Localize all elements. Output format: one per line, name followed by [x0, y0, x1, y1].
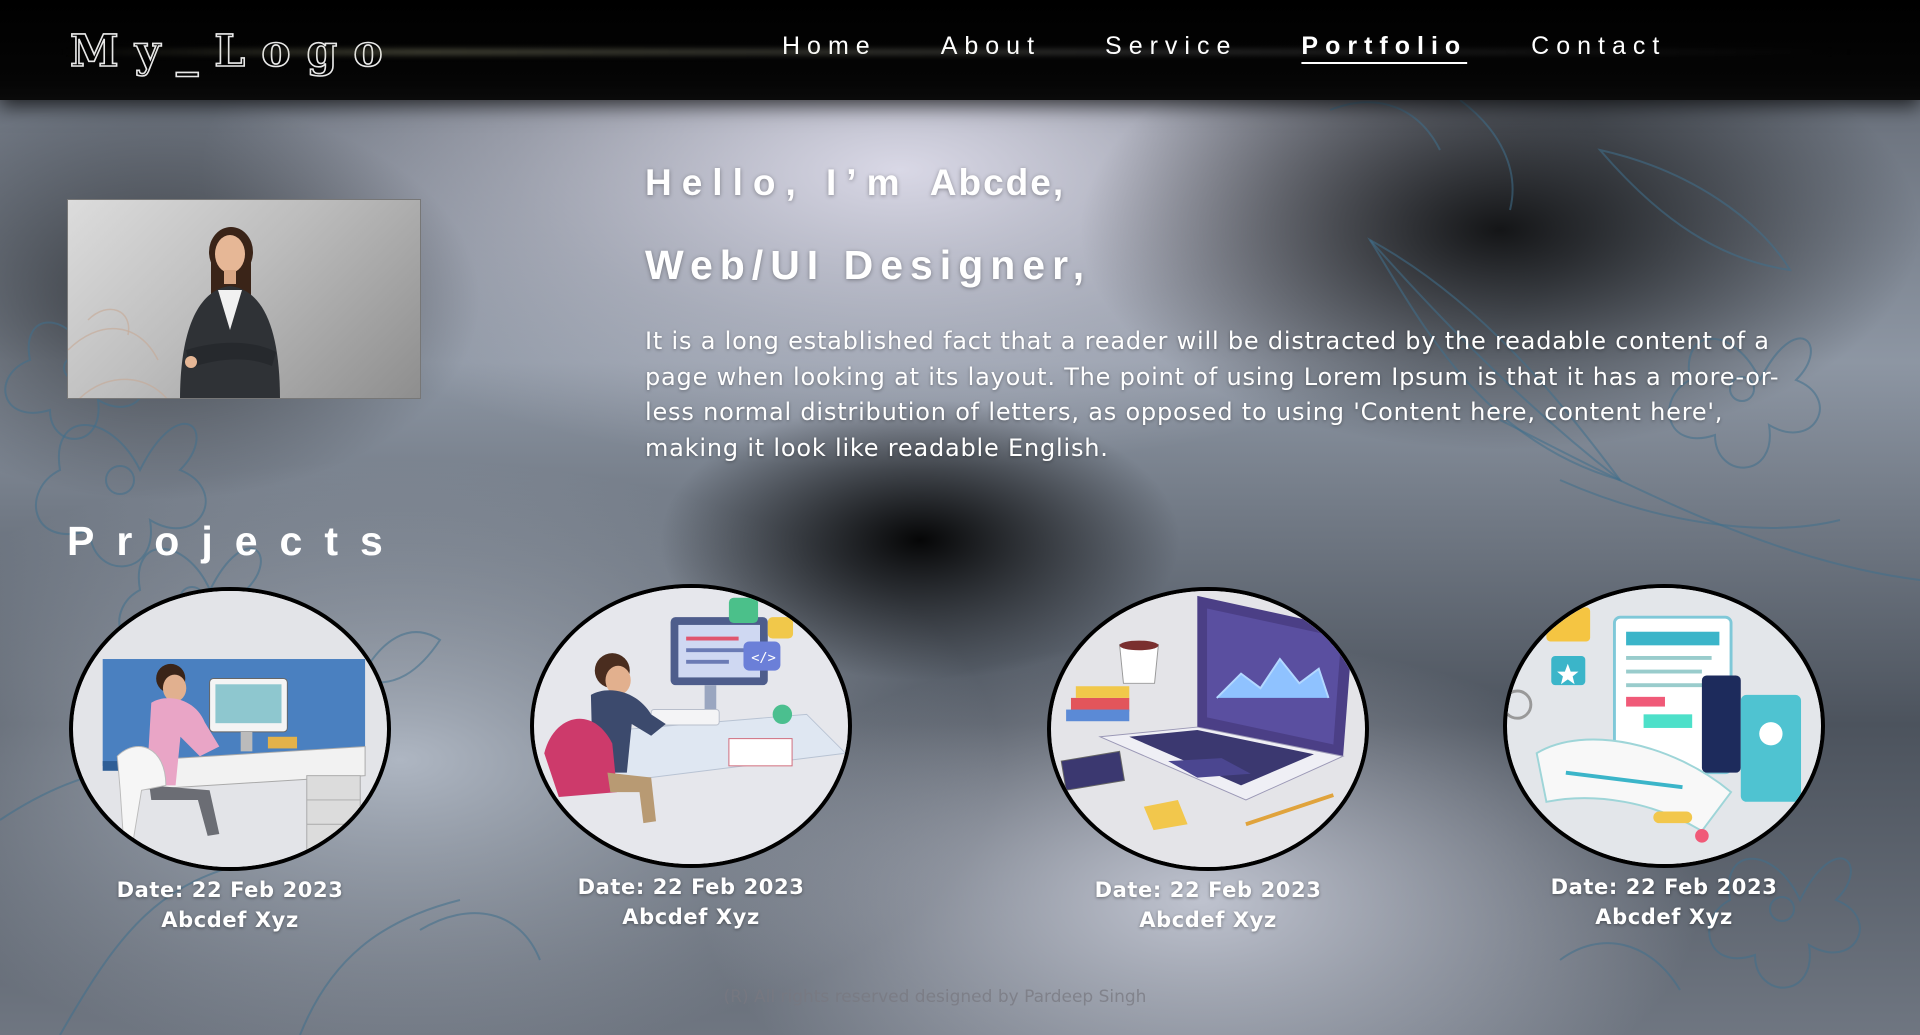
project-name: Abcdef Xyz [622, 905, 760, 929]
project-thumbnail[interactable]: </> [530, 584, 852, 868]
main-nav: Home About Service Portfolio Contact [782, 32, 1666, 61]
project-name: Abcdef Xyz [1595, 905, 1733, 929]
nav-link-portfolio[interactable]: Portfolio [1301, 32, 1467, 61]
web-documents-illustration [1507, 588, 1821, 864]
project-card[interactable]: </> Date: 22 Feb 2023 Abcdef Xyz [526, 584, 856, 932]
office-desk-illustration [73, 591, 387, 867]
project-thumbnail[interactable] [1503, 584, 1825, 868]
nav-link-home[interactable]: Home [782, 32, 877, 61]
project-date: Date: 22 Feb 2023 [1550, 875, 1778, 899]
nav-link-contact[interactable]: Contact [1531, 32, 1666, 61]
project-thumbnail[interactable] [69, 587, 391, 871]
svg-text:</>: </> [751, 650, 776, 666]
greeting-prefix: Hello, I’m [645, 162, 930, 203]
developer-workspace-illustration: </> [534, 588, 848, 864]
nav-link-about[interactable]: About [941, 32, 1041, 61]
greeting-name: Abcde, [929, 162, 1066, 203]
hero-greeting: Hello, I’m Abcde, [645, 162, 1065, 204]
project-card[interactable]: Date: 22 Feb 2023 Abcdef Xyz [65, 587, 395, 935]
project-date: Date: 22 Feb 2023 [1094, 878, 1322, 902]
profile-photo [67, 199, 421, 399]
laptop-desk-illustration [1051, 591, 1365, 867]
project-name: Abcdef Xyz [1139, 908, 1277, 932]
footer-copyright: (R) All rights reserved designed by Pard… [723, 987, 1147, 1007]
project-date: Date: 22 Feb 2023 [577, 875, 805, 899]
hero-role: Web/UI Designer, [645, 242, 1092, 288]
project-date: Date: 22 Feb 2023 [116, 878, 344, 902]
project-card[interactable]: Date: 22 Feb 2023 Abcdef Xyz [1043, 587, 1373, 935]
person-illustration [68, 227, 280, 398]
hero-bio: It is a long established fact that a rea… [645, 327, 1780, 462]
top-navbar: My_Logo Home About Service Portfolio Con… [0, 0, 1920, 100]
project-card[interactable]: Date: 22 Feb 2023 Abcdef Xyz [1499, 584, 1829, 932]
project-name: Abcdef Xyz [161, 908, 299, 932]
project-thumbnail[interactable] [1047, 587, 1369, 871]
site-logo[interactable]: My_Logo [69, 25, 399, 78]
nav-link-service[interactable]: Service [1105, 32, 1237, 61]
projects-heading: Projects [67, 518, 405, 564]
